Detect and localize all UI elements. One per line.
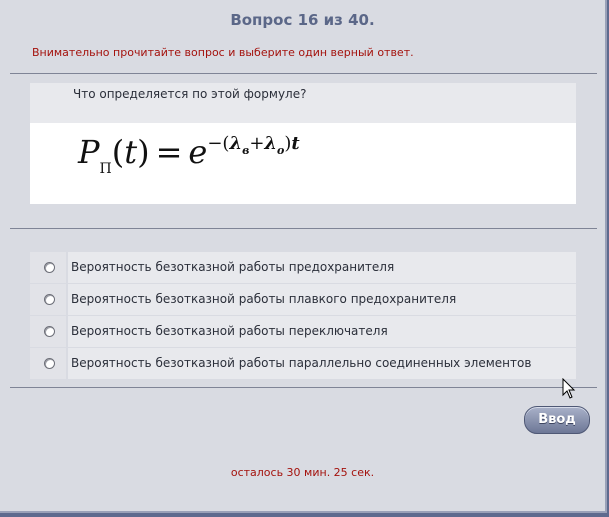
formula-exponent: −(λв+λо)t <box>207 133 300 157</box>
formula-lhs: P <box>78 133 100 171</box>
answer-option-2[interactable]: Вероятность безотказной работы плавкого … <box>30 284 576 315</box>
instruction-text: Внимательно прочитайте вопрос и выберите… <box>32 46 414 59</box>
answer-list: Вероятность безотказной работы предохран… <box>30 252 576 380</box>
formula-area: PП(t) = e−(λв+λо)t <box>30 123 576 204</box>
mouse-pointer-icon <box>562 378 576 399</box>
answer-label-3[interactable]: Вероятность безотказной работы переключа… <box>71 324 388 338</box>
question-counter-title: Вопрос 16 из 40. <box>230 11 375 29</box>
formula-lhs-sub: П <box>99 161 112 177</box>
formula-exp-sign: − <box>207 133 223 154</box>
answer-label-1[interactable]: Вероятность безотказной работы предохран… <box>71 260 394 274</box>
formula-exp-var: t <box>291 133 300 154</box>
time-remaining: осталось 30 мин. 25 сек. <box>230 466 375 479</box>
answer-option-1[interactable]: Вероятность безотказной работы предохран… <box>30 252 576 283</box>
answer-radio-3[interactable] <box>44 326 55 337</box>
answer-option-3[interactable]: Вероятность безотказной работы переключа… <box>30 316 576 347</box>
divider <box>10 73 597 74</box>
formula-base: e <box>188 133 208 171</box>
formula-lambda2: λ <box>264 133 278 154</box>
formula-equals: = <box>155 133 183 171</box>
formula: PП(t) = e−(λв+λо)t <box>78 133 300 177</box>
answer-option-4[interactable]: Вероятность безотказной работы параллель… <box>30 348 576 379</box>
answer-radio-4[interactable] <box>44 358 55 369</box>
formula-arg: t <box>124 133 138 171</box>
answer-radio-1[interactable] <box>44 262 55 273</box>
formula-plus: + <box>249 133 265 154</box>
answer-radio-2[interactable] <box>44 294 55 305</box>
divider <box>10 387 597 388</box>
answer-label-2[interactable]: Вероятность безотказной работы плавкого … <box>71 292 456 306</box>
answer-label-4[interactable]: Вероятность безотказной работы параллель… <box>71 356 531 370</box>
test-panel: Вопрос 16 из 40. Внимательно прочитайте … <box>0 0 607 513</box>
question-box: Что определяется по этой формуле? PП(t) =… <box>30 83 576 204</box>
formula-lambda1: λ <box>229 133 243 154</box>
question-text: Что определяется по этой формуле? <box>73 87 307 101</box>
submit-button[interactable]: Ввод <box>524 406 590 434</box>
divider <box>10 228 597 229</box>
